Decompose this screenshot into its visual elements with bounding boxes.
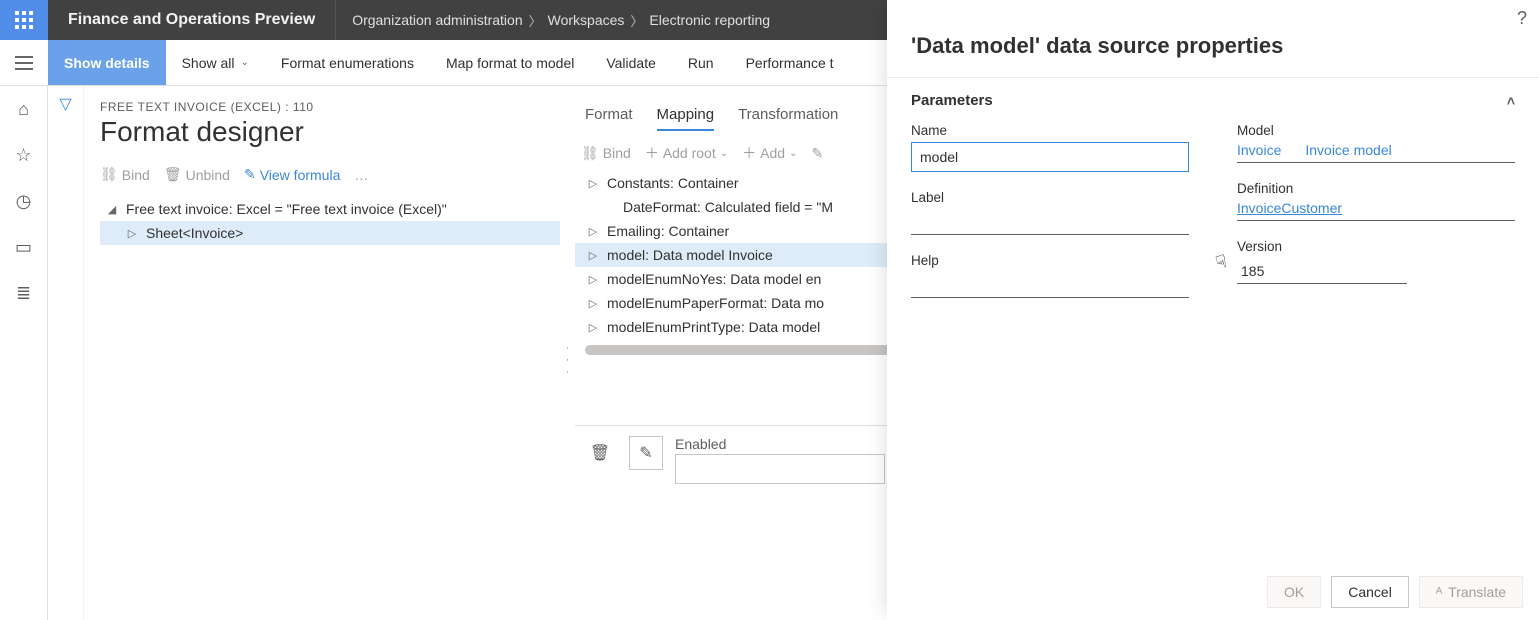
format-enumerations-button[interactable]: Format enumerations <box>265 40 430 85</box>
properties-panel: ? 'Data model' data source properties Pa… <box>887 0 1539 620</box>
help-input[interactable] <box>911 272 1189 298</box>
tab-mapping[interactable]: Mapping <box>657 100 715 131</box>
trash-icon: 🗑 <box>164 166 182 183</box>
left-rail: ⌂ ☆ ◷ ▭ ≣ <box>0 86 48 620</box>
parameters-section-header[interactable]: Parameters ˄ <box>887 78 1539 115</box>
breadcrumb: Organization administration 〉 Workspaces… <box>336 11 786 30</box>
tab-transformations[interactable]: Transformation <box>738 100 838 131</box>
ok-button: OK <box>1267 576 1321 608</box>
help-icon[interactable]: ? <box>1517 8 1527 29</box>
app-title: Finance and Operations Preview <box>48 0 336 40</box>
show-details-button[interactable]: Show details <box>48 40 166 85</box>
caret-right-icon: ▷ <box>587 249 599 262</box>
model-link[interactable]: Invoice <box>1237 142 1281 158</box>
show-all-button[interactable]: Show all⌄ <box>166 40 265 85</box>
caret-right-icon: ▷ <box>126 227 138 240</box>
bind-button[interactable]: ⛓Bind <box>100 166 150 183</box>
name-input[interactable] <box>911 142 1189 172</box>
home-icon[interactable]: ⌂ <box>0 94 48 124</box>
chevron-right-icon: 〉 <box>630 11 643 30</box>
caret-right-icon: ▷ <box>587 297 599 310</box>
designer-mini-toolbar: ⛓Bind 🗑Unbind ✎View formula … <box>100 166 560 183</box>
caret-right-icon: ▷ <box>587 177 599 190</box>
caret-right-icon: ▷ <box>587 321 599 334</box>
add-root-button[interactable]: ＋Add root⌄ <box>645 143 728 163</box>
tree-row[interactable]: ▷ Sheet<Invoice> <box>100 221 560 245</box>
edit-icon[interactable]: ✎ <box>811 145 823 162</box>
view-formula-button[interactable]: ✎View formula <box>244 166 340 183</box>
label-label: Label <box>911 190 1189 205</box>
definition-label: Definition <box>1237 181 1515 196</box>
plus-icon: ＋ <box>742 143 756 163</box>
breadcrumb-item[interactable]: Electronic reporting <box>649 12 770 28</box>
bind-button[interactable]: ⛓Bind <box>581 145 631 162</box>
link-icon: ⛓ <box>581 145 599 162</box>
chevron-down-icon: ⌄ <box>241 57 249 68</box>
more-icon[interactable]: … <box>354 167 368 183</box>
page-title: Format designer <box>100 116 560 148</box>
star-icon[interactable]: ☆ <box>0 140 48 170</box>
caret-right-icon: ▷ <box>587 273 599 286</box>
enabled-input[interactable] <box>675 454 885 484</box>
add-button[interactable]: ＋Add⌄ <box>742 143 797 163</box>
cancel-button[interactable]: Cancel <box>1331 576 1409 608</box>
caret-down-icon: ◢ <box>106 203 118 216</box>
link-icon: ⛓ <box>100 166 118 183</box>
translate-icon: ᴬ <box>1436 584 1442 600</box>
definition-link[interactable]: InvoiceCustomer <box>1237 200 1342 216</box>
version-label: Version <box>1237 239 1407 254</box>
pencil-icon: ✎ <box>244 166 256 183</box>
clock-icon[interactable]: ◷ <box>0 186 48 216</box>
format-tree: ◢ Free text invoice: Excel = "Free text … <box>100 197 560 245</box>
plus-icon: ＋ <box>645 143 659 163</box>
map-format-button[interactable]: Map format to model <box>430 40 590 85</box>
enabled-label: Enabled <box>675 436 885 452</box>
breadcrumb-item[interactable]: Workspaces <box>548 12 625 28</box>
model-label: Model <box>1237 123 1515 138</box>
context-crumb: FREE TEXT INVOICE (EXCEL) : 110 <box>100 100 560 114</box>
trash-icon[interactable]: 🗑 <box>583 436 617 470</box>
edit-icon[interactable]: ✎ <box>629 436 663 470</box>
filter-icon[interactable]: ▽ <box>48 86 84 620</box>
tree-row[interactable]: ◢ Free text invoice: Excel = "Free text … <box>100 197 560 221</box>
chevron-down-icon: ⌄ <box>720 148 728 159</box>
list-icon[interactable]: ≣ <box>0 278 48 308</box>
chevron-up-icon[interactable]: ˄ <box>1507 93 1515 109</box>
unbind-button[interactable]: 🗑Unbind <box>164 166 230 183</box>
workspace-icon[interactable]: ▭ <box>0 232 48 262</box>
performance-button[interactable]: Performance t <box>730 40 850 85</box>
tab-format[interactable]: Format <box>585 100 633 131</box>
breadcrumb-item[interactable]: Organization administration <box>352 12 522 28</box>
app-launcher-icon[interactable] <box>0 0 48 40</box>
version-value: 185 <box>1237 258 1407 284</box>
model-link-alt[interactable]: Invoice model <box>1305 142 1391 158</box>
splitter-handle[interactable]: ··· <box>560 100 574 620</box>
chevron-down-icon: ⌄ <box>789 148 797 159</box>
help-label: Help <box>911 253 1189 268</box>
panel-title: 'Data model' data source properties <box>887 29 1539 78</box>
label-input[interactable] <box>911 209 1189 235</box>
hamburger-menu-icon[interactable] <box>0 62 48 64</box>
run-button[interactable]: Run <box>672 40 730 85</box>
caret-right-icon: ▷ <box>587 225 599 238</box>
translate-button: ᴬTranslate <box>1419 576 1523 608</box>
chevron-right-icon: 〉 <box>529 11 542 30</box>
validate-button[interactable]: Validate <box>590 40 672 85</box>
name-label: Name <box>911 123 1189 138</box>
